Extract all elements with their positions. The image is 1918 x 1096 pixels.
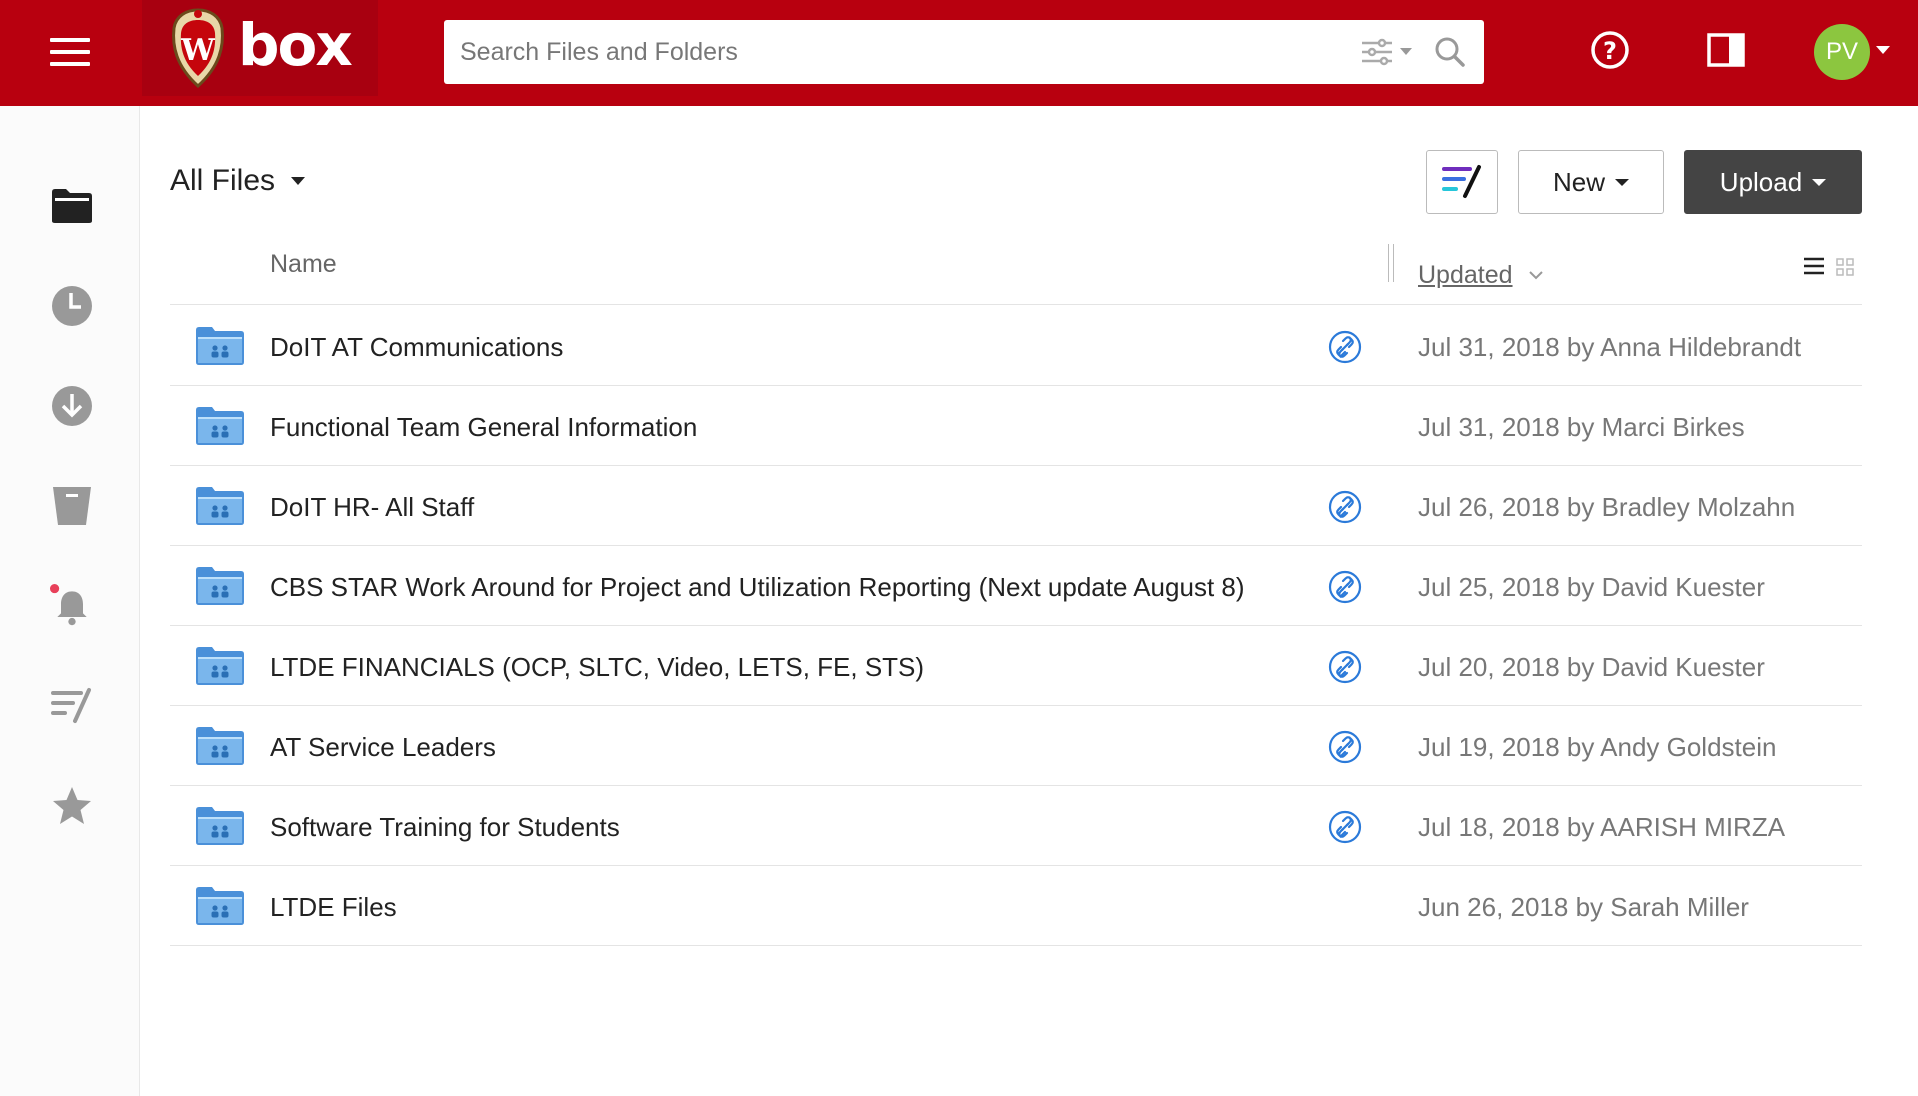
page-title-text: All Files xyxy=(170,164,276,197)
file-updated: Jun 26, 2018 by Sarah Miller xyxy=(1418,892,1749,922)
file-updated: Jul 18, 2018 by AARISH MIRZA xyxy=(1418,812,1786,842)
logo[interactable]: W box xyxy=(142,0,378,96)
shared-link-icon[interactable] xyxy=(1328,570,1362,604)
caret-down-icon xyxy=(1615,178,1629,186)
shared-link-icon[interactable] xyxy=(1328,650,1362,684)
file-row[interactable]: Functional Team General Information Jul … xyxy=(170,386,1862,466)
caret-down-icon xyxy=(1812,178,1827,186)
clock-icon xyxy=(52,286,92,326)
main-content: All Files New Upload Name Updated DoIT A… xyxy=(140,106,1918,1096)
file-name[interactable]: Software Training for Students xyxy=(270,812,620,843)
shared-link-icon[interactable] xyxy=(1328,730,1362,764)
file-updated: Jul 31, 2018 by Anna Hildebrandt xyxy=(1418,332,1802,362)
sidebar-item-notifications[interactable] xyxy=(50,584,94,628)
bell-icon xyxy=(50,584,87,626)
page-title[interactable]: All Files xyxy=(170,164,306,198)
sidebar-item-favorites[interactable] xyxy=(50,784,94,828)
shared-folder-icon xyxy=(196,567,244,605)
logo-text: box xyxy=(238,11,353,79)
file-row[interactable]: AT Service Leaders Jul 19, 2018 by Andy … xyxy=(170,706,1862,786)
shared-folder-icon xyxy=(196,887,244,925)
sidebar-item-trash[interactable] xyxy=(50,484,94,528)
upload-button[interactable]: Upload xyxy=(1684,150,1862,214)
sidebar-item-all-files[interactable] xyxy=(50,184,94,228)
svg-text:?: ? xyxy=(1603,37,1617,65)
star-icon xyxy=(53,787,91,824)
filter-icon[interactable] xyxy=(1360,37,1416,67)
file-name[interactable]: LTDE Files xyxy=(270,892,397,923)
sidebar-toggle-icon[interactable] xyxy=(1706,32,1746,70)
column-header-name[interactable]: Name xyxy=(270,250,337,300)
file-row[interactable]: LTDE FINANCIALS (OCP, SLTC, Video, LETS,… xyxy=(170,626,1862,706)
new-button-label: New xyxy=(1552,166,1605,197)
file-row[interactable]: CBS STAR Work Around for Project and Uti… xyxy=(170,546,1862,626)
file-updated: Jul 20, 2018 by David Kuester xyxy=(1418,652,1765,682)
sidebar-item-synced[interactable] xyxy=(50,384,94,428)
file-row[interactable]: DoIT HR- All Staff Jul 26, 2018 by Bradl… xyxy=(170,466,1862,546)
chevron-down-icon xyxy=(1528,271,1543,280)
search-input[interactable] xyxy=(444,37,1360,67)
upload-button-label: Upload xyxy=(1719,166,1803,197)
file-updated: Jul 25, 2018 by David Kuester xyxy=(1418,572,1765,602)
shared-folder-icon xyxy=(196,727,244,765)
list-view-icon[interactable] xyxy=(1804,256,1824,276)
chevron-down-icon[interactable] xyxy=(1876,46,1890,56)
box-notes-icon xyxy=(1442,165,1481,198)
search-bar[interactable] xyxy=(444,20,1484,84)
shared-folder-icon xyxy=(196,807,244,845)
header-divider xyxy=(170,304,1862,305)
file-name[interactable]: CBS STAR Work Around for Project and Uti… xyxy=(270,572,1245,603)
notes-icon xyxy=(51,688,91,723)
shared-folder-icon xyxy=(196,487,244,525)
file-row[interactable]: DoIT AT Communications Jul 31, 2018 by A… xyxy=(170,306,1862,386)
sidebar-item-recents[interactable] xyxy=(50,284,94,328)
file-row[interactable]: Software Training for Students Jul 18, 2… xyxy=(170,786,1862,866)
column-resize-handle[interactable] xyxy=(1388,244,1394,282)
caret-down-icon xyxy=(291,177,306,185)
shared-folder-icon xyxy=(196,647,244,685)
file-updated: Jul 31, 2018 by Marci Birkes xyxy=(1418,412,1745,442)
column-header-updated-label: Updated xyxy=(1418,260,1513,289)
file-row[interactable]: LTDE Files Jun 26, 2018 by Sarah Miller xyxy=(170,866,1862,946)
folder-icon xyxy=(52,189,92,223)
trash-icon xyxy=(53,487,91,525)
file-updated: Jul 19, 2018 by Andy Goldstein xyxy=(1418,732,1777,762)
uw-crest-icon: W xyxy=(172,8,224,89)
search-icon[interactable] xyxy=(1434,36,1466,68)
menu-icon[interactable] xyxy=(50,38,90,66)
shared-link-icon[interactable] xyxy=(1328,490,1362,524)
shared-link-icon[interactable] xyxy=(1328,810,1362,844)
avatar[interactable]: PV xyxy=(1814,24,1870,80)
shared-folder-icon xyxy=(196,407,244,445)
shared-folder-icon xyxy=(196,327,244,365)
file-name[interactable]: LTDE FINANCIALS (OCP, SLTC, Video, LETS,… xyxy=(270,652,924,683)
svg-text:W: W xyxy=(180,33,216,68)
file-name[interactable]: DoIT HR- All Staff xyxy=(270,492,474,523)
left-sidebar xyxy=(0,106,140,1096)
file-updated: Jul 26, 2018 by Bradley Molzahn xyxy=(1418,492,1796,522)
file-name[interactable]: AT Service Leaders xyxy=(270,732,496,763)
shared-link-icon[interactable] xyxy=(1328,330,1362,364)
top-header: W box ? PV xyxy=(0,0,1918,106)
download-icon xyxy=(52,386,92,426)
help-icon[interactable]: ? xyxy=(1590,28,1630,72)
column-header-updated[interactable]: Updated xyxy=(1418,250,1543,300)
new-button[interactable]: New xyxy=(1518,150,1664,214)
file-name[interactable]: Functional Team General Information xyxy=(270,412,697,443)
file-name[interactable]: DoIT AT Communications xyxy=(270,332,563,363)
sidebar-item-notes[interactable] xyxy=(50,684,94,728)
box-notes-button[interactable] xyxy=(1426,150,1498,214)
grid-view-icon[interactable] xyxy=(1836,258,1854,276)
